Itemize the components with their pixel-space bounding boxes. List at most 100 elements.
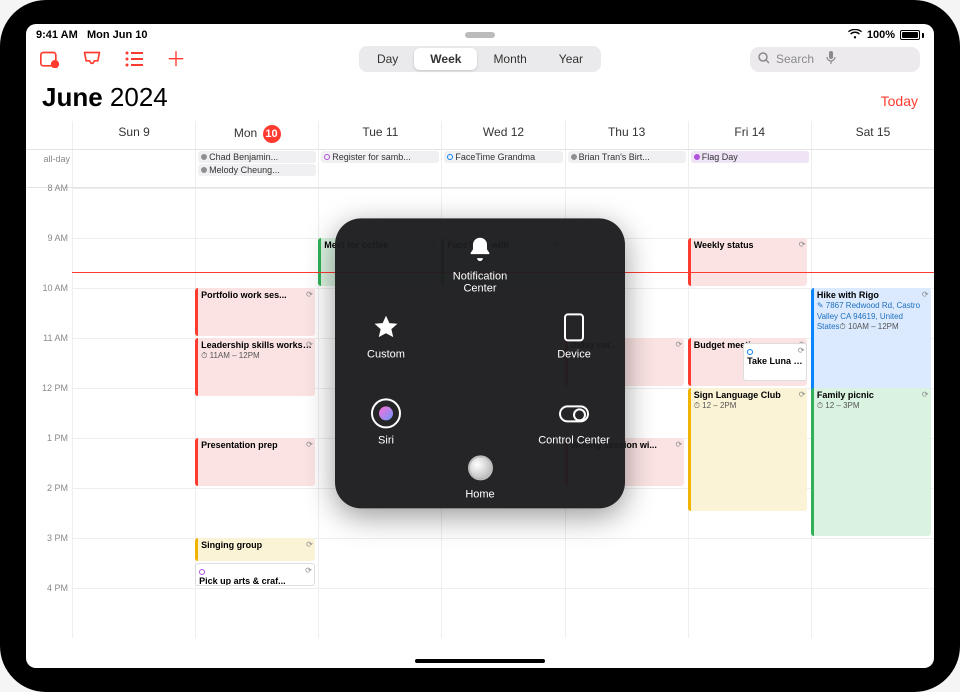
allday-event[interactable]: Flag Day — [691, 151, 809, 163]
view-segmented-control: Day Week Month Year — [359, 46, 601, 72]
inbox-icon[interactable] — [82, 50, 102, 68]
month-title: June 2024 — [42, 82, 168, 113]
siri-icon — [369, 396, 403, 430]
at-label: Device — [529, 348, 619, 360]
battery-percent: 100% — [867, 29, 895, 41]
event-dot-icon — [571, 154, 577, 160]
recur-icon: ⟳ — [306, 290, 313, 299]
allday-event[interactable]: Chad Benjamin... — [198, 151, 316, 163]
calendar-icon[interactable] — [40, 50, 60, 68]
recur-icon: ⟳ — [676, 340, 683, 349]
at-notification-center[interactable]: Notification Center — [435, 232, 525, 294]
event-dot-icon — [201, 154, 207, 160]
star-icon — [369, 310, 403, 344]
tab-day[interactable]: Day — [361, 48, 414, 70]
home-icon — [463, 450, 497, 484]
toolbar: ＋ Day Week Month Year Search — [26, 42, 934, 76]
at-custom[interactable]: Custom — [341, 310, 431, 360]
hour-label: 11 AM — [43, 333, 68, 343]
at-siri[interactable]: Siri — [341, 396, 431, 446]
calendar-event[interactable]: Take Luna to the vet⟳ — [743, 343, 807, 381]
recur-icon: ⟳ — [922, 290, 929, 299]
device-icon — [557, 310, 591, 344]
day-header[interactable]: Fri 14 — [688, 121, 811, 149]
day-header[interactable]: Tue 11 — [318, 121, 441, 149]
recur-icon: ⟳ — [306, 440, 313, 449]
day-header[interactable]: Sun 9 — [72, 121, 195, 149]
allday-cell[interactable]: Brian Tran's Birt... — [565, 150, 688, 187]
allday-event[interactable]: Melody Cheung... — [198, 164, 316, 176]
allday-cell[interactable]: Register for samb... — [318, 150, 441, 187]
time-gutter: 8 AM9 AM10 AM11 AM12 PM1 PM2 PM3 PM4 PM9… — [26, 188, 72, 638]
battery-icon — [900, 30, 924, 40]
allday-row: all-day Chad Benjamin...Melody Cheung...… — [26, 150, 934, 188]
search-field[interactable]: Search — [750, 47, 920, 72]
year: 2024 — [110, 82, 168, 112]
hour-label: 3 PM — [47, 533, 68, 543]
allday-cell[interactable] — [72, 150, 195, 187]
at-device[interactable]: Device — [529, 310, 619, 360]
event-dot-icon — [747, 349, 753, 355]
calendar-event[interactable]: Singing group⟳ — [195, 538, 315, 561]
wifi-icon — [848, 29, 862, 42]
day-header[interactable]: Mon 10 — [195, 121, 318, 149]
recur-icon: ⟳ — [306, 540, 313, 549]
tab-week[interactable]: Week — [414, 48, 477, 70]
home-indicator[interactable] — [415, 659, 545, 663]
calendar-event[interactable]: Presentation prep⟳ — [195, 438, 315, 486]
tab-year[interactable]: Year — [543, 48, 599, 70]
day-header[interactable]: Thu 13 — [565, 121, 688, 149]
recur-icon: ⟳ — [305, 566, 312, 575]
status-left: 9:41 AM Mon Jun 10 — [36, 29, 147, 41]
at-label: Notification Center — [435, 270, 525, 294]
recur-icon: ⟳ — [798, 346, 805, 355]
search-placeholder: Search — [776, 52, 814, 66]
event-dot-icon — [447, 154, 453, 160]
calendar-event[interactable]: Leadership skills workshop⏱ 11AM – 12PM⟳ — [195, 338, 315, 396]
list-icon[interactable] — [124, 50, 144, 68]
recur-icon: ⟳ — [306, 340, 313, 349]
assistivetouch-menu[interactable]: Notification Center Custom Device Siri C… — [335, 218, 625, 508]
at-label: Home — [435, 488, 525, 500]
status-time: 9:41 AM — [36, 29, 78, 41]
ipad-frame: 9:41 AM Mon Jun 10 100% — [0, 0, 960, 692]
calendar-event[interactable]: Pick up arts & craf...⟳ — [195, 563, 315, 586]
calendar-event[interactable]: Sign Language Club⏱ 12 – 2PM⟳ — [688, 388, 808, 511]
title-row: June 2024 Today — [26, 76, 934, 121]
allday-cell[interactable] — [811, 150, 934, 187]
allday-cell[interactable]: Flag Day — [688, 150, 811, 187]
allday-event[interactable]: Register for samb... — [321, 151, 439, 163]
at-label: Custom — [341, 348, 431, 360]
mic-icon[interactable] — [826, 51, 836, 68]
recur-icon: ⟳ — [799, 240, 806, 249]
screen: 9:41 AM Mon Jun 10 100% — [26, 24, 934, 668]
status-date: Mon Jun 10 — [87, 29, 148, 41]
hour-label: 12 PM — [42, 383, 68, 393]
hour-label: 10 AM — [42, 283, 68, 293]
tab-month[interactable]: Month — [477, 48, 542, 70]
day-header[interactable]: Sat 15 — [811, 121, 934, 149]
hour-label: 8 AM — [47, 183, 68, 193]
calendar-event[interactable]: Weekly status⟳ — [688, 238, 808, 286]
allday-cell[interactable]: Chad Benjamin...Melody Cheung... — [195, 150, 318, 187]
search-icon — [758, 52, 770, 67]
recur-icon: ⟳ — [922, 390, 929, 399]
today-button[interactable]: Today — [881, 93, 918, 109]
hour-label: 1 PM — [47, 433, 68, 443]
toolbar-left: ＋ — [40, 50, 186, 68]
allday-event[interactable]: FaceTime Grandma — [444, 151, 562, 163]
event-dot-icon — [199, 569, 205, 575]
allday-label: all-day — [26, 150, 72, 187]
calendar-event[interactable]: Family picnic⏱ 12 – 3PM⟳ — [811, 388, 931, 536]
allday-event[interactable]: Brian Tran's Birt... — [568, 151, 686, 163]
add-event-button[interactable]: ＋ — [166, 50, 186, 68]
allday-cell[interactable]: FaceTime Grandma — [441, 150, 564, 187]
day-header[interactable]: Wed 12 — [441, 121, 564, 149]
calendar-event[interactable]: Portfolio work ses...⟳ — [195, 288, 315, 336]
multitask-handle[interactable] — [465, 32, 495, 38]
recur-icon: ⟳ — [799, 390, 806, 399]
status-right: 100% — [848, 29, 924, 42]
day-headers: Sun 9Mon 10Tue 11Wed 12Thu 13Fri 14Sat 1… — [26, 121, 934, 150]
at-home[interactable]: Home — [435, 450, 525, 500]
at-control-center[interactable]: Control Center — [529, 396, 619, 446]
